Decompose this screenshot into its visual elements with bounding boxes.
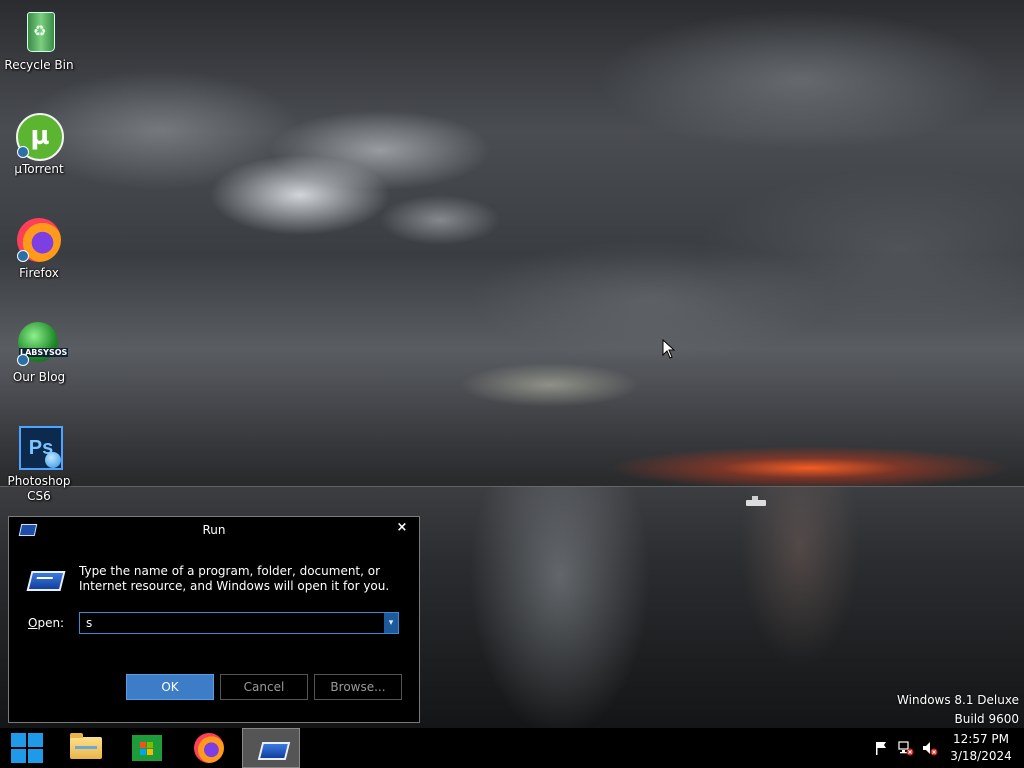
chevron-down-icon[interactable]: ▾: [384, 613, 398, 633]
browse-button[interactable]: Browse...: [314, 674, 402, 700]
desktop-icon-label: µTorrent: [14, 162, 64, 176]
windows-watermark: Windows 8.1 Deluxe Build 9600: [897, 691, 1019, 728]
store-icon: [132, 735, 162, 761]
open-combobox[interactable]: ▾: [79, 612, 399, 634]
shortcut-arrow-icon: [17, 250, 29, 262]
watermark-edition: Windows 8.1 Deluxe: [897, 693, 1019, 707]
clock-time: 12:57 PM: [953, 732, 1009, 746]
photoshop-icon: Ps: [15, 424, 63, 472]
recycle-bin-icon: [15, 8, 63, 56]
taskbar-file-explorer[interactable]: [55, 728, 115, 768]
taskbar-firefox[interactable]: [179, 728, 239, 768]
network-icon[interactable]: [898, 740, 914, 756]
desktop-icon-utorrent[interactable]: µ µTorrent: [4, 112, 74, 177]
taskbar-run[interactable]: [242, 728, 300, 768]
shortcut-arrow-icon: [17, 354, 29, 366]
start-button[interactable]: [0, 728, 54, 768]
wallpaper-boat: [746, 496, 766, 506]
open-label: Open:: [28, 616, 65, 630]
shortcut-arrow-icon: [17, 146, 29, 158]
clock-date: 3/18/2024: [950, 749, 1012, 763]
desktop-icon-our-blog[interactable]: LABSYSOS Our Blog: [4, 320, 74, 385]
taskbar-store[interactable]: [117, 728, 177, 768]
open-input[interactable]: [80, 613, 384, 633]
taskbar: 12:57 PM 3/18/2024: [0, 728, 1024, 768]
run-dialog: Run × Type the name of a program, folder…: [8, 516, 420, 723]
desktop-icon-label: Our Blog: [12, 370, 66, 384]
flag-icon[interactable]: [874, 740, 888, 756]
wallpaper-sunset: [560, 440, 1024, 488]
utorrent-icon: µ: [15, 112, 64, 161]
run-titlebar[interactable]: Run ×: [9, 517, 419, 543]
ok-button[interactable]: OK: [126, 674, 214, 700]
file-explorer-icon: [70, 733, 102, 759]
system-clock[interactable]: 12:57 PM 3/18/2024: [946, 731, 1016, 765]
desktop-icon-label: Firefox: [19, 266, 59, 280]
cancel-button[interactable]: Cancel: [220, 674, 308, 700]
volume-muted-icon[interactable]: [922, 740, 938, 756]
desktop-icon-photoshop[interactable]: Ps Photoshop CS6: [4, 424, 74, 504]
desktop-icon-label: Photoshop CS6: [7, 474, 71, 503]
run-title: Run: [202, 523, 226, 537]
desktop-icon-recycle-bin[interactable]: Recycle Bin: [4, 8, 74, 73]
firefox-icon: [194, 733, 224, 763]
run-description: Type the name of a program, folder, docu…: [79, 564, 390, 593]
start-icon: [11, 733, 43, 763]
run-icon: [26, 571, 66, 591]
mouse-cursor-icon: [662, 339, 676, 359]
desktop-icon-label: Recycle Bin: [4, 58, 74, 72]
firefox-icon: [15, 216, 63, 264]
watermark-build: Build 9600: [954, 712, 1019, 726]
close-button[interactable]: ×: [392, 519, 412, 537]
wallpaper-horizon: [0, 486, 1024, 487]
blog-icon: LABSYSOS: [15, 320, 69, 368]
run-icon: [257, 742, 291, 760]
desktop-icon-firefox[interactable]: Firefox: [4, 216, 74, 281]
